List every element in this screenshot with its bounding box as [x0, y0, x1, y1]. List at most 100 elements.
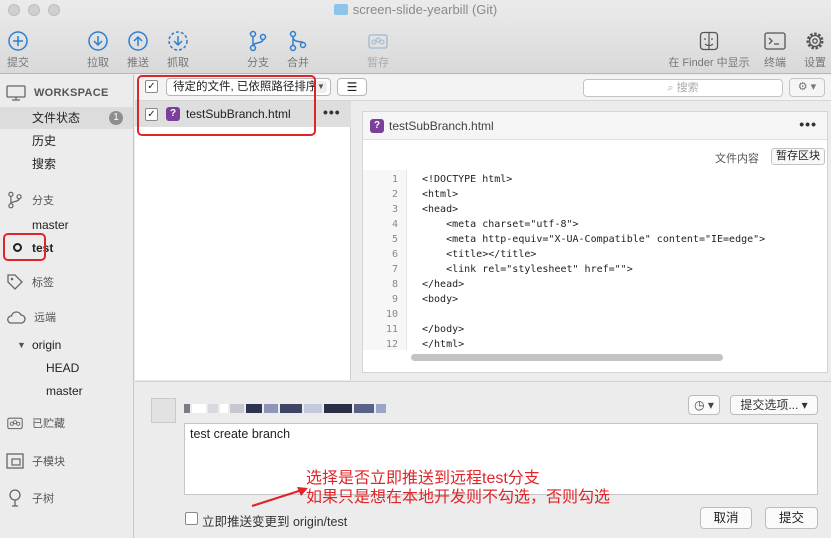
line-number: 9	[391, 294, 398, 305]
sidebar-tags-header[interactable]: 标签	[6, 273, 54, 291]
fetch-tool-button[interactable]: 抓取	[164, 28, 192, 70]
sidebar-remote-origin[interactable]: ▼ origin	[0, 334, 133, 356]
line-number: 6	[391, 249, 398, 260]
avatar	[151, 398, 176, 423]
diff-more-button[interactable]: •••	[799, 116, 817, 132]
sidebar-workspace-header: WORKSPACE	[6, 85, 109, 101]
horizontal-scrollbar[interactable]	[411, 354, 723, 361]
chevron-down-icon: ▼	[315, 81, 327, 93]
commit-options-button[interactable]: 提交选项... ▾	[730, 395, 818, 415]
arrow-down-circle-icon	[88, 31, 108, 51]
annotation-arrow-icon	[251, 487, 308, 508]
terminal-icon	[764, 32, 786, 50]
annotation-note-line-1: 选择是否立即推送到远程test分支	[306, 470, 540, 487]
sidebar-subtrees-header[interactable]: 子树	[6, 489, 54, 507]
plus-circle-icon	[8, 31, 28, 51]
settings-button[interactable]: 设置	[801, 28, 829, 70]
push-immediately-checkbox[interactable]	[185, 512, 198, 525]
sidebar: WORKSPACE 文件状态 1 历史 搜索 分支 master test 标签…	[0, 75, 134, 538]
commit-history-button[interactable]: ◷ ▾	[688, 395, 720, 415]
terminal-button[interactable]: 终端	[761, 28, 789, 70]
subtree-icon	[9, 489, 21, 507]
line-number: 5	[391, 234, 398, 245]
code-line: <body>	[422, 294, 459, 305]
untracked-file-icon: ?	[370, 119, 384, 133]
commit-button[interactable]: 提交	[765, 507, 818, 529]
arrow-up-circle-icon	[128, 31, 148, 51]
pull-tool-button[interactable]: 拉取	[84, 28, 112, 70]
stash-icon	[7, 417, 23, 430]
code-line: <head>	[422, 204, 459, 215]
window-title: screen-slide-yearbill (Git)	[0, 2, 831, 17]
code-line: <link rel="stylesheet" href="">	[422, 264, 633, 275]
folder-icon	[333, 4, 348, 15]
annotation-box-file-list	[137, 75, 316, 136]
view-options-button[interactable]: ⚙ ▾	[789, 78, 825, 97]
line-number: 8	[391, 279, 398, 290]
sidebar-stashes-header[interactable]: 已贮藏	[6, 415, 65, 431]
branch-icon	[8, 191, 22, 209]
code-line: <title></title>	[422, 249, 537, 260]
fetch-dashed-circle-icon	[168, 31, 188, 51]
cancel-button[interactable]: 取消	[700, 507, 752, 529]
file-row-more-button[interactable]: •••	[323, 104, 341, 120]
submodule-icon	[6, 453, 24, 469]
commit-tool-button[interactable]: 提交	[4, 28, 32, 70]
cloud-icon	[7, 311, 26, 324]
list-view-button[interactable]: ☰	[337, 78, 367, 96]
sidebar-item-file-status[interactable]: 文件状态 1	[0, 107, 133, 129]
search-icon: ⌕	[667, 82, 674, 94]
sidebar-remote-branch-head[interactable]: HEAD	[0, 357, 133, 379]
code-line: </head>	[422, 279, 465, 290]
line-number: 2	[391, 189, 398, 200]
diff-header: ? testSubBranch.html •••	[363, 112, 827, 140]
stash-tool-button[interactable]: 暂存	[364, 28, 392, 70]
diff-pane: ? testSubBranch.html ••• 文件内容 暂存区块 12345…	[362, 111, 828, 373]
annotation-box-current-branch	[3, 233, 46, 261]
code-view: <!DOCTYPE html> <html> <head> <meta charse…	[408, 170, 827, 350]
show-in-finder-button[interactable]: 在 Finder 中显示	[664, 28, 754, 70]
code-line: <meta charset="utf-8">	[422, 219, 579, 230]
tag-icon	[7, 274, 23, 290]
line-number: 7	[391, 264, 398, 275]
disclosure-triangle-icon[interactable]: ▼	[17, 334, 26, 356]
clock-icon: ◷ ▾	[694, 398, 714, 412]
sidebar-submodules-header[interactable]: 子模块	[6, 453, 65, 469]
code-line: <!DOCTYPE html>	[422, 174, 513, 185]
annotation-note-line-2: 如果只是想在本地开发则不勾选，否则勾选	[306, 489, 611, 506]
push-tool-button[interactable]: 推送	[124, 28, 152, 70]
sidebar-item-history[interactable]: 历史	[0, 130, 133, 152]
line-number: 1	[391, 174, 398, 185]
gear-icon	[806, 32, 824, 50]
line-number-gutter: 1 2 3 4 5 6 7 8 9 10 11 12	[363, 170, 407, 350]
hunk-header: 文件内容 暂存区块	[363, 146, 827, 168]
computer-icon	[6, 85, 26, 101]
code-line: </body>	[422, 324, 465, 335]
finder-icon	[699, 31, 719, 51]
stash-icon	[368, 34, 388, 49]
branch-icon	[249, 30, 267, 52]
list-icon: ☰	[346, 80, 358, 94]
gear-icon: ⚙ ▾	[797, 81, 817, 93]
line-number: 3	[391, 204, 398, 215]
sidebar-remotes-header[interactable]: 远端	[6, 309, 56, 325]
sidebar-branches-header[interactable]: 分支	[6, 191, 54, 209]
line-number: 10	[385, 309, 398, 320]
sidebar-item-search[interactable]: 搜索	[0, 153, 133, 175]
code-line: </html>	[422, 339, 465, 350]
sidebar-remote-branch-master[interactable]: master	[0, 380, 133, 402]
code-line: <html>	[422, 189, 459, 200]
merge-tool-button[interactable]: 合并	[284, 28, 312, 70]
diff-file-name: testSubBranch.html	[389, 119, 494, 133]
code-line: <meta http-equiv="X-UA-Compatible" conte…	[422, 234, 766, 245]
author-redacted	[184, 404, 386, 413]
file-status-count-badge: 1	[109, 111, 123, 125]
search-input[interactable]: ⌕ 搜索	[583, 79, 783, 97]
merge-icon	[289, 30, 307, 52]
push-immediately-label: 立即推送变更到 origin/test	[202, 515, 348, 529]
branch-tool-button[interactable]: 分支	[244, 28, 272, 70]
line-number: 12	[385, 339, 398, 350]
line-number: 4	[391, 219, 398, 230]
stage-hunk-button[interactable]: 暂存区块	[771, 148, 825, 165]
toolbar: screen-slide-yearbill (Git) 提交 拉取 推送 抓取 …	[0, 0, 831, 74]
